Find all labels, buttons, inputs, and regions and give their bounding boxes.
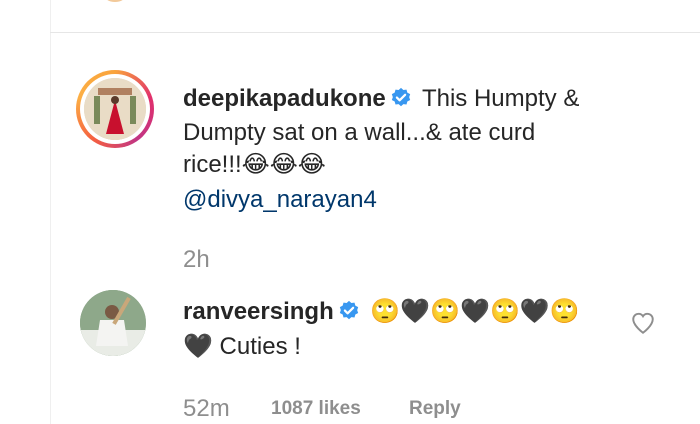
likes-count[interactable]: 1087 likes — [271, 398, 361, 420]
story-ring[interactable] — [76, 70, 154, 148]
reply-button[interactable]: Reply — [409, 398, 461, 420]
avatar[interactable] — [84, 78, 146, 140]
mention-link[interactable]: @divya_narayan4 — [183, 183, 377, 217]
top-divider — [50, 32, 700, 33]
verified-badge-icon — [339, 300, 358, 320]
partial-icon — [104, 0, 126, 2]
username-link[interactable]: deepikapadukone — [183, 85, 386, 112]
avatar[interactable] — [80, 290, 146, 356]
comment-timestamp[interactable]: 2h — [183, 246, 210, 274]
avatar-image — [84, 78, 146, 140]
avatar-image — [80, 290, 146, 356]
emoji-text: 🙄🖤🙄🖤🙄🖤🙄 — [370, 298, 580, 325]
avatar-border — [80, 74, 150, 144]
comment-line-3: rice!!!😂😂😂 — [183, 151, 326, 178]
verified-badge-icon — [391, 87, 410, 107]
reply-text: 🖤 Cuties ! — [183, 333, 301, 360]
reply-timestamp[interactable]: 52m — [183, 395, 230, 423]
username-link[interactable]: ranveersingh — [183, 298, 334, 325]
left-divider — [50, 0, 51, 424]
comment-line-1: deepikapadukone This Humpty & — [183, 82, 579, 116]
comment-line-2: Dumpty sat on a wall...& ate curd — [183, 119, 536, 146]
reply-line-1: ranveersingh 🙄🖤🙄🖤🙄🖤🙄 — [183, 295, 580, 329]
like-heart-icon[interactable] — [630, 310, 656, 336]
comment-text: This Humpty & — [421, 85, 580, 112]
